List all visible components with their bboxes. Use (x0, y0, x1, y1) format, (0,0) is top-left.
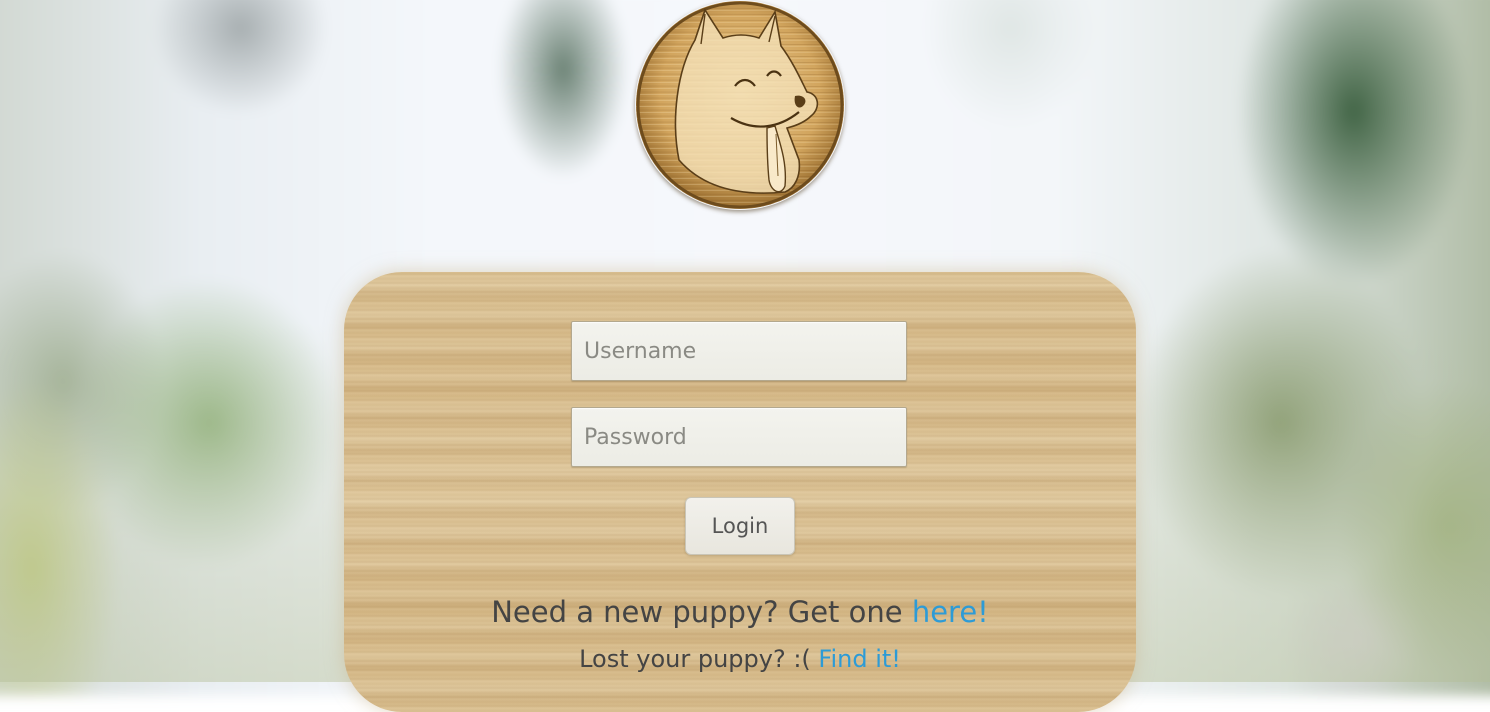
dog-logo-icon (635, 0, 845, 210)
recover-link[interactable]: Find it! (818, 645, 901, 673)
recover-prompt: Lost your puppy? :( Find it! (344, 645, 1136, 673)
signup-prompt: Need a new puppy? Get one here! (344, 595, 1136, 629)
password-input[interactable] (571, 407, 907, 467)
login-button[interactable]: Login (685, 497, 795, 555)
username-input[interactable] (571, 321, 907, 381)
signup-link[interactable]: here! (912, 595, 989, 629)
recover-text: Lost your puppy? :( (579, 645, 811, 673)
login-card: Login Need a new puppy? Get one here! Lo… (344, 272, 1136, 712)
signup-text: Need a new puppy? Get one (491, 595, 902, 629)
